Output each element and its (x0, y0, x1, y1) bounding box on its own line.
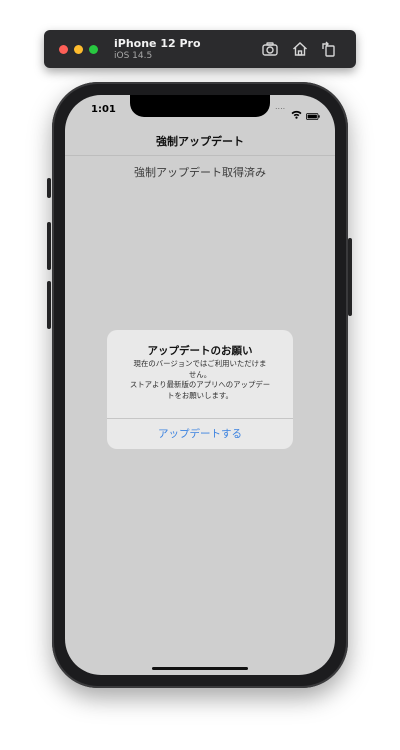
battery-icon (306, 105, 320, 120)
rotate-icon[interactable] (320, 40, 338, 58)
volume-up-button (47, 222, 51, 270)
alert-title: アップデートのお願い (147, 345, 253, 357)
navigation-bar: 強制アップデート (65, 131, 335, 156)
camera-screenshot-icon[interactable] (261, 40, 279, 58)
zoom-window-button[interactable] (89, 45, 98, 54)
wifi-icon (291, 104, 302, 119)
volume-down-button (47, 281, 51, 329)
nav-title: 強制アップデート (156, 135, 244, 148)
update-status-label: 強制アップデート取得済み (134, 166, 266, 179)
power-button (348, 238, 352, 316)
close-window-button[interactable] (59, 45, 68, 54)
home-indicator[interactable] (152, 667, 248, 670)
update-button[interactable]: アップデートする (107, 419, 293, 449)
simulator-stage: iPhone 12 Pro iOS 14.5 1:01 .... 強制アップデー… (0, 0, 400, 750)
device-screen: 1:01 .... 強制アップデート 強制アップデート取得済み アップデートのお… (65, 95, 335, 675)
minimize-window-button[interactable] (74, 45, 83, 54)
device-name: iPhone 12 Pro (114, 37, 201, 50)
os-version: iOS 14.5 (114, 51, 153, 61)
home-icon[interactable] (291, 40, 309, 58)
simulator-title-bar: iPhone 12 Pro iOS 14.5 (44, 30, 356, 68)
status-time: 1:01 (91, 104, 116, 115)
update-alert-dialog: アップデートのお願い 現在のバージョンではご利用いただけま せん。 ストアより最… (107, 330, 293, 449)
notch (130, 95, 270, 117)
signal-dots: .... (275, 102, 286, 111)
mute-switch (47, 178, 51, 198)
alert-message: 現在のバージョンではご利用いただけま せん。 ストアより最新版のアプリへのアップ… (129, 359, 271, 400)
